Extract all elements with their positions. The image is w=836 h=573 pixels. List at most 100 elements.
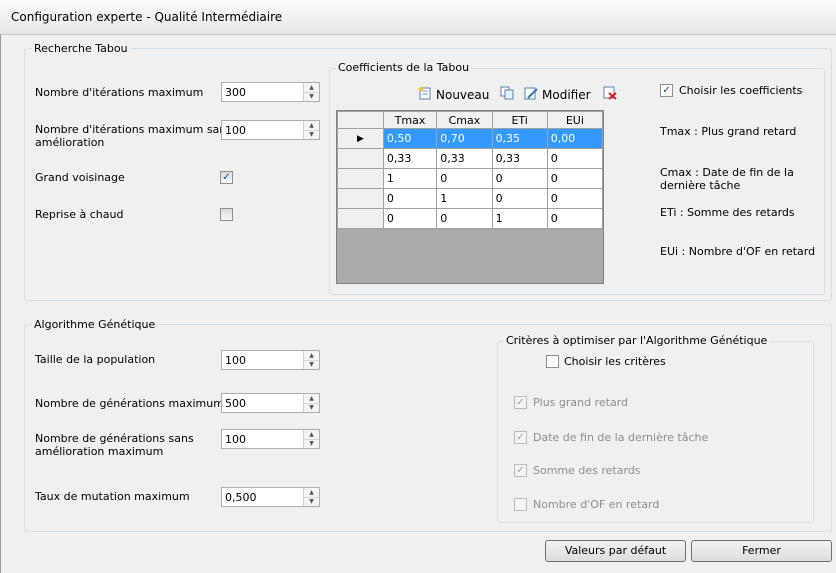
cell-eui[interactable]: 0	[546, 208, 604, 229]
genetic-group-title: Algorithme Génétique	[32, 318, 158, 331]
tabu-coefficients-title: Coefficients de la Tabou	[336, 61, 472, 74]
new-button[interactable]: Nouveau	[436, 88, 489, 102]
cell-eti[interactable]: 0,33	[491, 148, 548, 169]
generations-no-improvement-value[interactable]: 100	[225, 433, 246, 446]
max-generations-value[interactable]: 500	[225, 397, 246, 410]
delete-icon[interactable]	[603, 86, 617, 100]
spinner-buttons: ▲ ▼	[303, 121, 319, 139]
spinner-buttons: ▲ ▼	[303, 430, 319, 448]
cell-cmax[interactable]: 0	[436, 168, 493, 189]
max-iterations-no-improvement-label-line1: Nombre d'itérations maximum sans	[35, 123, 233, 136]
choose-coefficients-checkbox[interactable]: ✓	[660, 84, 673, 97]
population-size-spinner[interactable]: 100 ▲ ▼	[221, 350, 320, 370]
warm-start-checkbox[interactable]	[220, 208, 233, 221]
spin-down-icon[interactable]: ▼	[304, 439, 319, 448]
criterion-late-orders-label: Nombre d'OF en retard	[533, 498, 660, 511]
max-iterations-label: Nombre d'itérations maximum	[35, 86, 204, 99]
cell-tmax[interactable]: 0	[382, 208, 438, 229]
cell-tmax[interactable]: 0,33	[382, 148, 438, 169]
coefficients-grid[interactable]: Tmax Cmax ETi EUi ▶ 0,50 0,70 0,35 0,00 …	[336, 110, 604, 284]
criterion-max-delay-checkbox[interactable]: ✓	[514, 396, 527, 409]
cell-tmax[interactable]: 1	[382, 168, 438, 189]
generations-no-improvement-spinner[interactable]: 100 ▲ ▼	[221, 429, 320, 449]
cell-eui[interactable]: 0	[546, 168, 604, 189]
max-generations-spinner[interactable]: 500 ▲ ▼	[221, 393, 320, 413]
population-size-label: Taille de la population	[35, 353, 156, 366]
cell-eui[interactable]: 0	[546, 148, 604, 169]
new-icon[interactable]	[418, 86, 432, 100]
column-header-cmax[interactable]: Cmax	[436, 111, 493, 129]
max-mutation-rate-value[interactable]: 0,500	[225, 491, 257, 504]
cell-eti[interactable]: 1	[491, 208, 548, 229]
row-header[interactable]	[337, 168, 384, 189]
spinner-buttons: ▲ ▼	[303, 488, 319, 506]
table-row[interactable]: 0,33 0,33 0,33 0	[337, 148, 604, 169]
row-header[interactable]	[337, 188, 384, 209]
choose-criteria-checkbox[interactable]	[546, 355, 559, 368]
column-header-eui[interactable]: EUi	[546, 111, 604, 129]
copy-icon[interactable]	[500, 86, 514, 100]
window-left-border	[0, 34, 1, 573]
cell-eti[interactable]: 0	[491, 188, 548, 209]
title-bar: Configuration experte - Qualité Interméd…	[0, 0, 836, 35]
row-header[interactable]	[337, 208, 384, 229]
cell-eui[interactable]: 0,00	[546, 128, 604, 149]
population-size-value[interactable]: 100	[225, 354, 246, 367]
column-header-eti[interactable]: ETi	[491, 111, 548, 129]
max-iterations-no-improvement-spinner[interactable]: 100 ▲ ▼	[221, 120, 320, 140]
cell-tmax[interactable]: 0	[382, 188, 438, 209]
cell-cmax[interactable]: 1	[436, 188, 493, 209]
large-neighborhood-label: Grand voisinage	[35, 171, 125, 184]
default-values-button[interactable]: Valeurs par défaut	[545, 540, 686, 562]
cell-eui[interactable]: 0	[546, 188, 604, 209]
cell-tmax[interactable]: 0,50	[382, 128, 438, 149]
spin-down-icon[interactable]: ▼	[304, 92, 319, 101]
large-neighborhood-checkbox[interactable]: ✓	[220, 171, 233, 184]
criteria-group-title: Critères à optimiser par l'Algorithme Gé…	[504, 334, 770, 347]
config-dialog: Configuration experte - Qualité Interméd…	[0, 0, 836, 573]
max-generations-label: Nombre de générations maximum	[35, 397, 224, 410]
choose-coefficients-label: Choisir les coefficients	[679, 84, 803, 97]
table-row[interactable]: 0 1 0 0	[337, 188, 604, 209]
legend-cmax-line1: Cmax : Date de fin de la	[660, 166, 794, 179]
criterion-late-orders-checkbox[interactable]	[514, 498, 527, 511]
cell-cmax[interactable]: 0,70	[436, 128, 493, 149]
edit-button[interactable]: Modifier	[542, 88, 591, 102]
row-header[interactable]	[337, 148, 384, 169]
max-iterations-no-improvement-value[interactable]: 100	[225, 124, 246, 137]
spin-down-icon[interactable]: ▼	[304, 130, 319, 139]
criterion-last-task-end-label: Date de fin de la dernière tâche	[533, 431, 709, 444]
cell-eti[interactable]: 0	[491, 168, 548, 189]
legend-cmax-line2: dernière tâche	[660, 179, 741, 192]
spin-down-icon[interactable]: ▼	[304, 360, 319, 369]
spinner-buttons: ▲ ▼	[303, 83, 319, 101]
grid-header-row: Tmax Cmax ETi EUi	[337, 111, 604, 129]
table-row[interactable]: ▶ 0,50 0,70 0,35 0,00	[337, 128, 604, 149]
cell-cmax[interactable]: 0	[436, 208, 493, 229]
cell-cmax[interactable]: 0,33	[436, 148, 493, 169]
criterion-sum-delays-checkbox[interactable]: ✓	[514, 464, 527, 477]
max-mutation-rate-spinner[interactable]: 0,500 ▲ ▼	[221, 487, 320, 507]
close-button[interactable]: Fermer	[691, 540, 832, 562]
generations-no-improvement-label-line2: amélioration maximum	[35, 445, 164, 458]
generations-no-improvement-label-line1: Nombre de générations sans	[35, 432, 194, 445]
max-iterations-spinner[interactable]: 300 ▲ ▼	[221, 82, 320, 102]
legend-tmax: Tmax : Plus grand retard	[660, 125, 797, 138]
table-row[interactable]: 0 0 1 0	[337, 208, 604, 229]
spin-down-icon[interactable]: ▼	[304, 497, 319, 506]
max-mutation-rate-label: Taux de mutation maximum	[35, 490, 190, 503]
grid-corner-header	[337, 111, 384, 129]
spin-down-icon[interactable]: ▼	[304, 403, 319, 412]
edit-icon[interactable]	[524, 86, 538, 100]
choose-criteria-label: Choisir les critères	[564, 355, 666, 368]
criterion-sum-delays-label: Somme des retards	[533, 464, 641, 477]
max-iterations-value[interactable]: 300	[225, 86, 246, 99]
column-header-tmax[interactable]: Tmax	[382, 111, 438, 129]
table-row[interactable]: 1 0 0 0	[337, 168, 604, 189]
max-iterations-no-improvement-label-line2: amélioration	[35, 136, 105, 149]
legend-eui: EUi : Nombre d'OF en retard	[660, 245, 816, 258]
legend-eti: ETi : Somme des retards	[660, 206, 795, 219]
current-row-indicator-icon[interactable]: ▶	[337, 128, 384, 149]
criterion-last-task-end-checkbox[interactable]: ✓	[514, 431, 527, 444]
cell-eti[interactable]: 0,35	[491, 128, 548, 149]
